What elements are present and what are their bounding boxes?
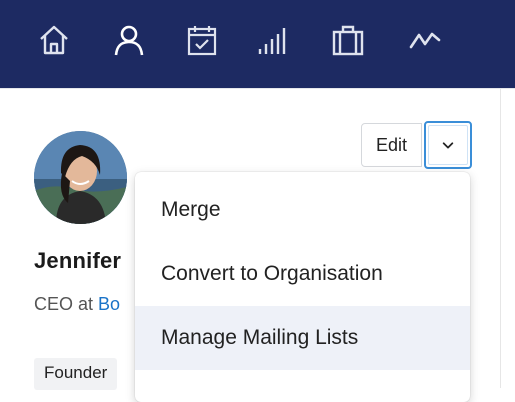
edit-button[interactable]: Edit — [361, 123, 422, 167]
contact-role: CEO at Bo — [34, 294, 120, 315]
calendar-check-icon[interactable] — [184, 22, 220, 58]
bar-chart-icon[interactable] — [256, 22, 292, 58]
activity-line-icon[interactable] — [407, 22, 443, 58]
organisation-link[interactable]: Bo — [98, 294, 120, 314]
contact-tag[interactable]: Founder — [34, 358, 118, 390]
top-nav-bar — [0, 0, 515, 88]
actions-dropdown-menu: Merge Convert to Organisation Manage Mai… — [135, 172, 470, 402]
chevron-down-icon — [442, 142, 454, 149]
role-text: CEO at — [34, 294, 99, 314]
avatar-photo — [34, 131, 127, 224]
home-icon[interactable] — [36, 22, 72, 58]
panel-divider — [500, 89, 501, 388]
menu-item-convert-to-organisation[interactable]: Convert to Organisation — [135, 242, 470, 306]
more-actions-button[interactable] — [424, 121, 472, 169]
menu-item-manage-mailing-lists[interactable]: Manage Mailing Lists — [135, 306, 470, 370]
header-divider — [0, 88, 515, 89]
avatar — [34, 131, 127, 224]
briefcase-icon[interactable] — [330, 22, 366, 58]
contact-name: Jennifer — [34, 248, 122, 273]
menu-item-merge[interactable]: Merge — [135, 178, 470, 242]
person-icon[interactable] — [111, 22, 147, 58]
